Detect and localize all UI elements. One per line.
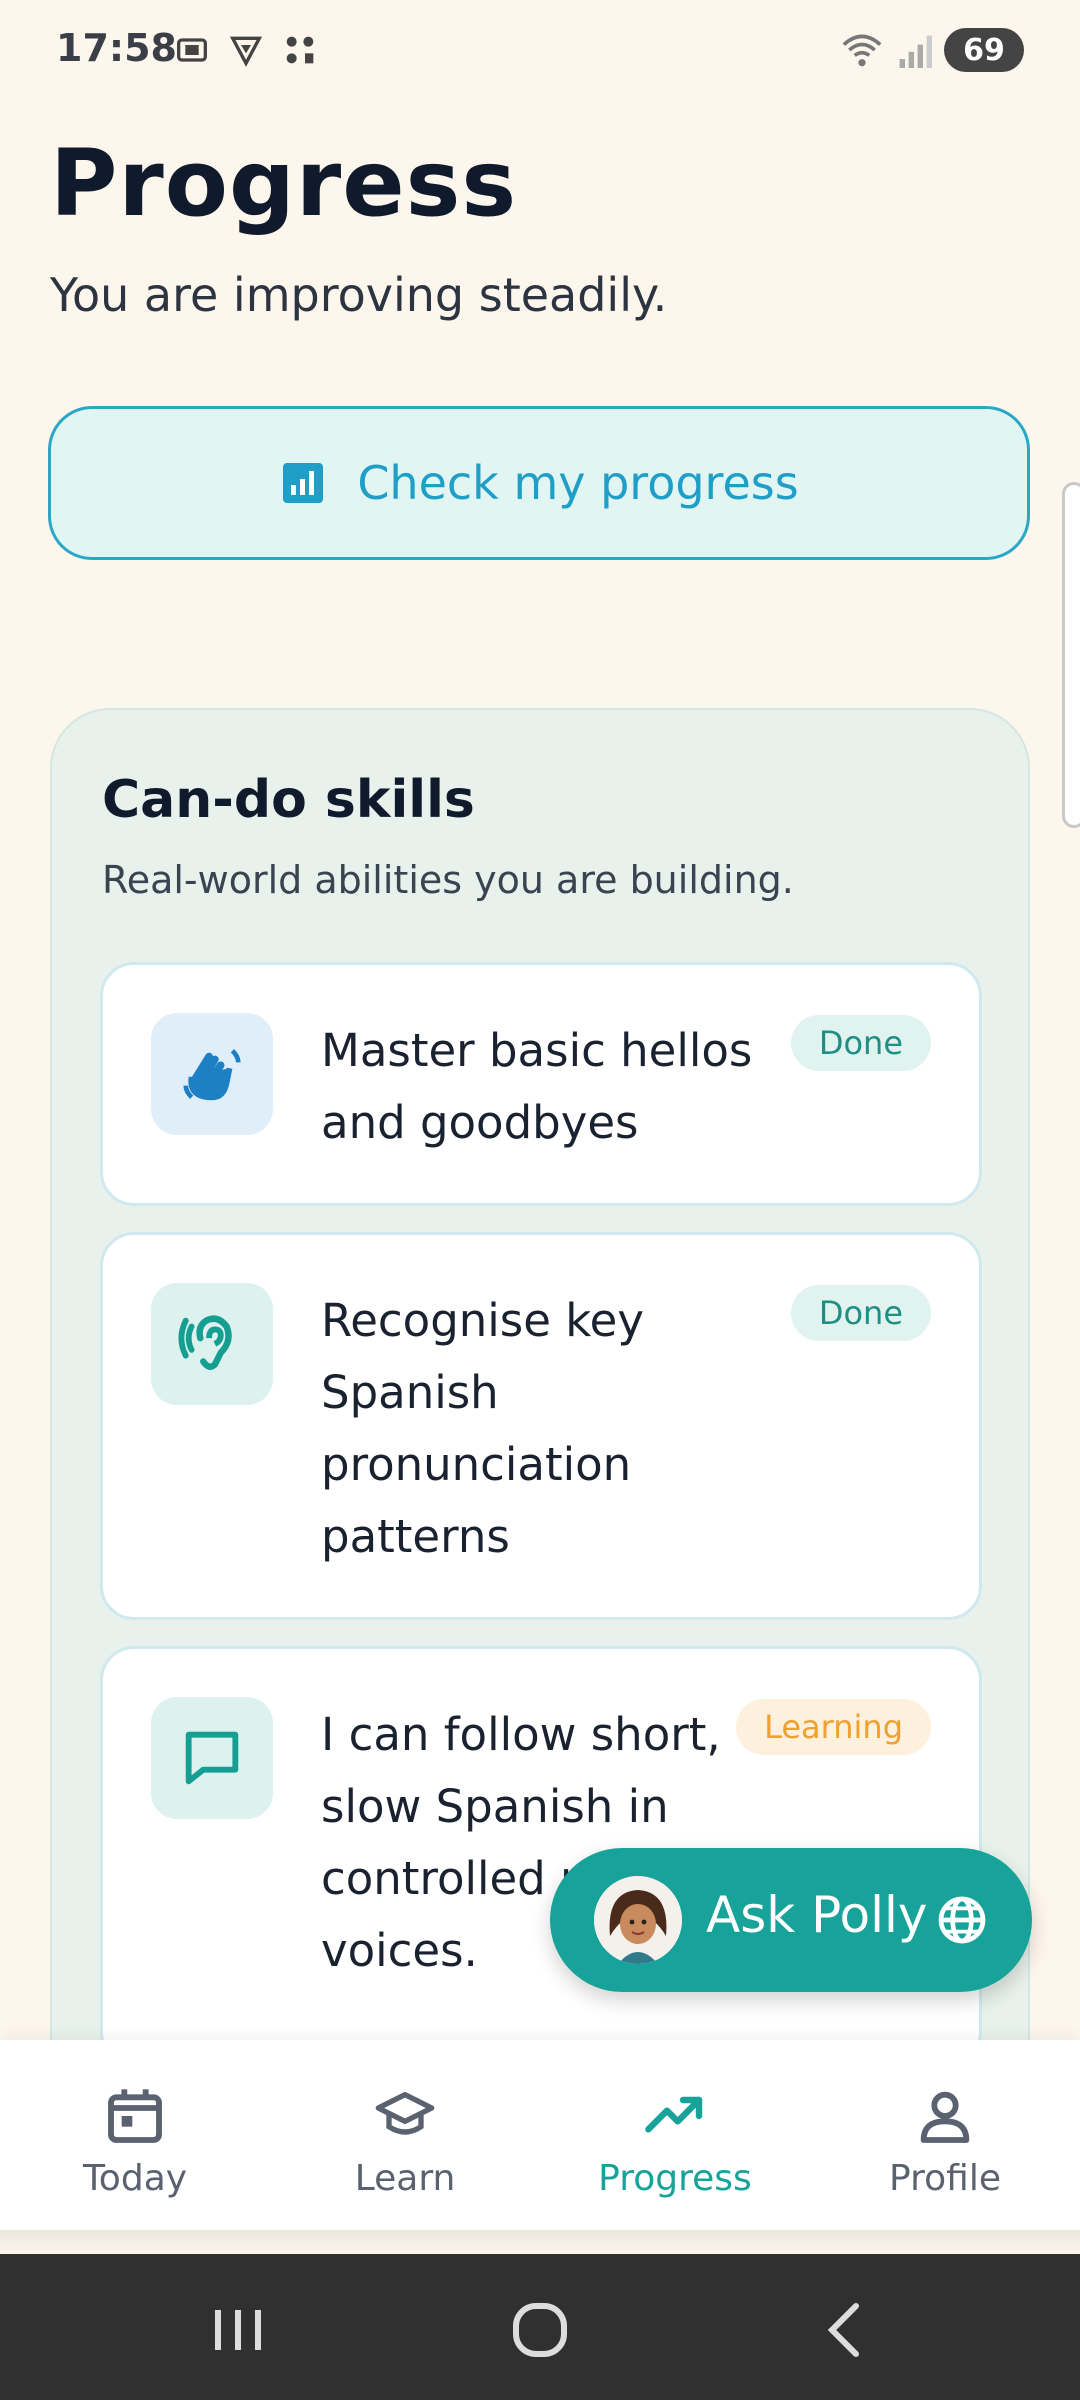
nav-progress-label: Progress: [598, 2158, 752, 2199]
apps-icon: [286, 36, 314, 64]
polly-avatar: [594, 1876, 682, 1964]
status-bar: 17:58 69: [0, 0, 1080, 100]
status-badge: Done: [790, 1015, 931, 1071]
section-subtitle: Real-world abilities you are building.: [102, 858, 794, 902]
nav-learn[interactable]: Learn: [270, 2084, 540, 2199]
nav-today[interactable]: Today: [0, 2084, 270, 2199]
trending-up-icon: [645, 2096, 703, 2133]
skill-card[interactable]: Master basic hellos and goodbyes Done: [100, 962, 982, 1206]
bottom-navigation: Today Learn Progress Profile: [0, 2040, 1080, 2230]
ask-polly-label: Ask Polly: [706, 1886, 928, 1944]
person-icon: [920, 2091, 970, 2143]
side-panel-handle[interactable]: [1062, 482, 1080, 828]
system-navigation-bar: [0, 2254, 1080, 2400]
nav-today-label: Today: [82, 2158, 188, 2199]
recent-apps-icon[interactable]: [198, 2290, 278, 2370]
nav-divider: [0, 2230, 1080, 2254]
notification-icons: [172, 30, 320, 70]
chat-bubble-icon: [151, 1697, 273, 1819]
section-title: Can-do skills: [102, 770, 475, 830]
battery-level: 69: [963, 32, 1005, 68]
nav-progress[interactable]: Progress: [540, 2084, 810, 2199]
skill-text: Recognise key Spanish pronunciation patt…: [321, 1294, 644, 1563]
ear-icon: [151, 1283, 273, 1405]
home-icon[interactable]: [500, 2290, 580, 2370]
calendar-icon: [108, 2089, 162, 2143]
status-badge: Learning: [736, 1699, 931, 1755]
nav-profile-label: Profile: [889, 2158, 1001, 2199]
ask-polly-button[interactable]: Ask Polly: [550, 1848, 1032, 1992]
page-subtitle: You are improving steadily.: [50, 268, 668, 322]
wifi-icon: [842, 34, 882, 67]
battery-indicator: 69: [944, 28, 1024, 72]
page-title: Progress: [50, 130, 518, 237]
signal-icon: [899, 35, 932, 68]
system-status: 69: [840, 28, 1024, 72]
chart-icon: [283, 463, 324, 503]
status-badge: Done: [790, 1285, 931, 1341]
nav-learn-label: Learn: [354, 2158, 456, 2199]
screenshot-icon: [177, 38, 207, 62]
check-progress-label: Check my progress: [357, 456, 799, 510]
skill-card[interactable]: Recognise key Spanish pronunciation patt…: [100, 1232, 982, 1620]
back-icon[interactable]: [804, 2290, 884, 2370]
globe-icon: [938, 1896, 986, 1944]
graduation-cap-icon: [375, 2092, 435, 2135]
nav-profile[interactable]: Profile: [810, 2084, 1080, 2199]
vpn-shield-icon: [229, 36, 263, 67]
check-progress-button[interactable]: Check my progress: [48, 406, 1030, 560]
waving-hand-icon: [151, 1013, 273, 1135]
skill-text: Master basic hellos and goodbyes: [321, 1024, 753, 1149]
status-time: 17:58: [56, 26, 177, 70]
